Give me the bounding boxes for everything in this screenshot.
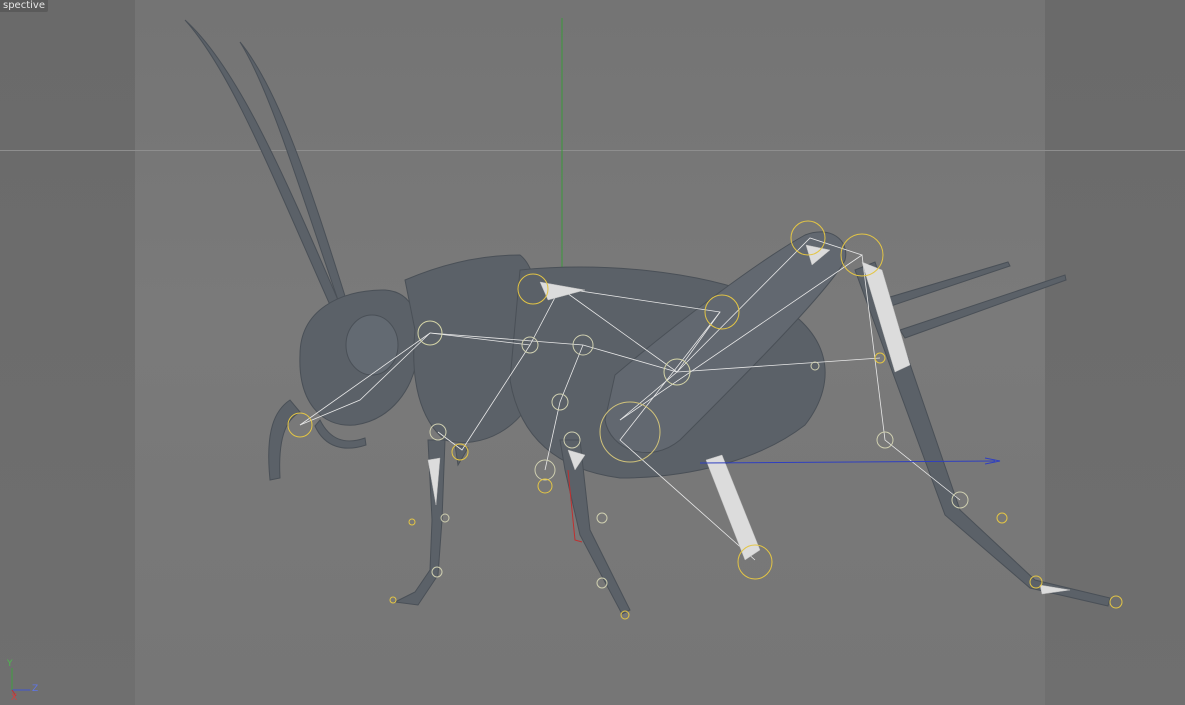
object-z-axis: [699, 460, 996, 464]
bone-shape: [705, 454, 761, 561]
scene-canvas[interactable]: [0, 0, 1185, 705]
antenna-left: [184, 19, 339, 306]
fore-leg-2: [454, 444, 469, 467]
joint-handle: [408, 518, 416, 526]
joint-handle: [537, 478, 553, 494]
axis-gizmo: [11, 668, 30, 697]
cricket-model[interactable]: [184, 19, 1111, 615]
gizmo-y-label: Y: [7, 659, 13, 669]
cercus-lower: [899, 274, 1067, 339]
joint-handle: [389, 596, 397, 604]
gizmo-z-label: Z: [32, 684, 39, 694]
3d-viewport[interactable]: spective Y Z X: [0, 0, 1185, 705]
mandible: [268, 399, 301, 481]
joint-handle: [1109, 595, 1123, 609]
gizmo-x-label: X: [11, 693, 18, 703]
joint-handle: [596, 512, 608, 524]
eye: [345, 314, 399, 376]
antenna-right: [239, 41, 346, 301]
joint-handle: [996, 512, 1008, 524]
viewport-camera-label[interactable]: spective: [0, 0, 48, 12]
